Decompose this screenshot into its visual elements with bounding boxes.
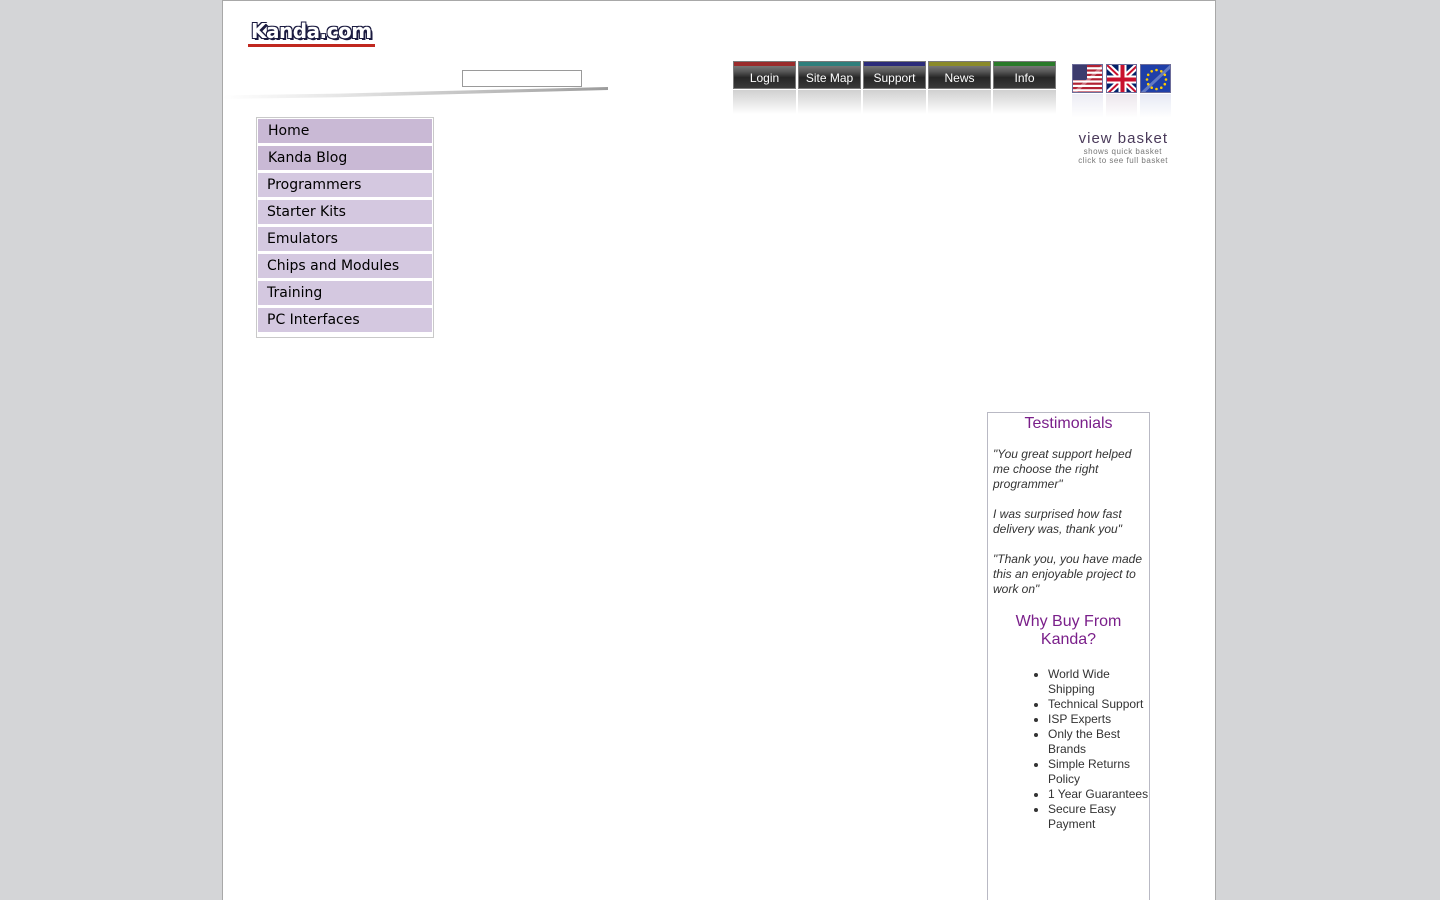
nav-label: Site Map bbox=[805, 71, 854, 85]
view-basket-link[interactable]: view basket shows quick basket click to … bbox=[1053, 130, 1168, 166]
list-item: ISP Experts bbox=[1048, 712, 1149, 727]
nav-label: Login bbox=[749, 71, 780, 85]
nav-label: News bbox=[944, 71, 975, 85]
nav-label: Info bbox=[1014, 71, 1035, 85]
menu-item-training[interactable]: Training bbox=[258, 281, 432, 305]
nav-info-button[interactable]: Info bbox=[993, 61, 1056, 114]
list-item: Simple Returns Policy bbox=[1048, 757, 1149, 787]
menu-item-kanda-blog[interactable]: Kanda Blog bbox=[258, 146, 432, 170]
list-item: Secure Easy Payment bbox=[1048, 802, 1149, 832]
page-container: Kanda.com Login Site Map Support News In… bbox=[222, 0, 1216, 900]
menu-item-chips-and-modules[interactable]: Chips and Modules bbox=[258, 254, 432, 278]
nav-sitemap-button[interactable]: Site Map bbox=[798, 61, 861, 114]
flag-reflection bbox=[1072, 94, 1103, 118]
menu-item-starter-kits[interactable]: Starter Kits bbox=[258, 200, 432, 224]
testimonial-quote: "You great support helped me choose the … bbox=[993, 447, 1132, 491]
nav-accent bbox=[929, 62, 990, 66]
why-buy-list: World Wide Shipping Technical Support IS… bbox=[988, 667, 1149, 832]
list-item: Only the Best Brands bbox=[1048, 727, 1149, 757]
left-menu: Home Kanda Blog Programmers Starter Kits… bbox=[256, 117, 434, 338]
why-buy-heading: Why Buy From Kanda? bbox=[1015, 613, 1122, 648]
kanda-logo[interactable]: Kanda.com bbox=[248, 20, 375, 47]
nav-accent bbox=[734, 62, 795, 66]
nav-login-button[interactable]: Login bbox=[733, 61, 796, 114]
menu-item-programmers[interactable]: Programmers bbox=[258, 173, 432, 197]
eu-flag-icon[interactable] bbox=[1140, 64, 1171, 93]
nav-accent bbox=[994, 62, 1055, 66]
view-basket-subtitle-2: click to see full basket bbox=[1078, 156, 1168, 165]
view-basket-title: view basket bbox=[1078, 130, 1168, 147]
testimonial-quote: I was surprised how fast delivery was, t… bbox=[993, 507, 1122, 536]
uk-flag-icon[interactable] bbox=[1106, 64, 1137, 93]
nav-accent bbox=[864, 62, 925, 66]
us-flag-icon[interactable] bbox=[1072, 64, 1103, 93]
list-item: World Wide Shipping bbox=[1048, 667, 1149, 697]
list-item: 1 Year Guarantees bbox=[1048, 787, 1149, 802]
flag-reflection bbox=[1140, 94, 1171, 118]
flag-reflection bbox=[1106, 94, 1137, 118]
testimonials-heading: Testimonials bbox=[1024, 415, 1113, 432]
list-item: Technical Support bbox=[1048, 697, 1149, 712]
search-input[interactable] bbox=[462, 70, 582, 87]
nav-label: Support bbox=[873, 71, 916, 85]
view-basket-subtitle-1: shows quick basket bbox=[1083, 147, 1162, 156]
testimonials-panel: Testimonials "You great support helped m… bbox=[987, 412, 1150, 900]
menu-item-emulators[interactable]: Emulators bbox=[258, 227, 432, 251]
testimonial-quote: "Thank you, you have made this an enjoya… bbox=[993, 552, 1143, 596]
nav-support-button[interactable]: Support bbox=[863, 61, 926, 114]
menu-item-pc-interfaces[interactable]: PC Interfaces bbox=[258, 308, 432, 332]
nav-accent bbox=[799, 62, 860, 66]
header-swoosh bbox=[223, 87, 608, 99]
nav-news-button[interactable]: News bbox=[928, 61, 991, 114]
menu-item-home[interactable]: Home bbox=[258, 119, 432, 143]
